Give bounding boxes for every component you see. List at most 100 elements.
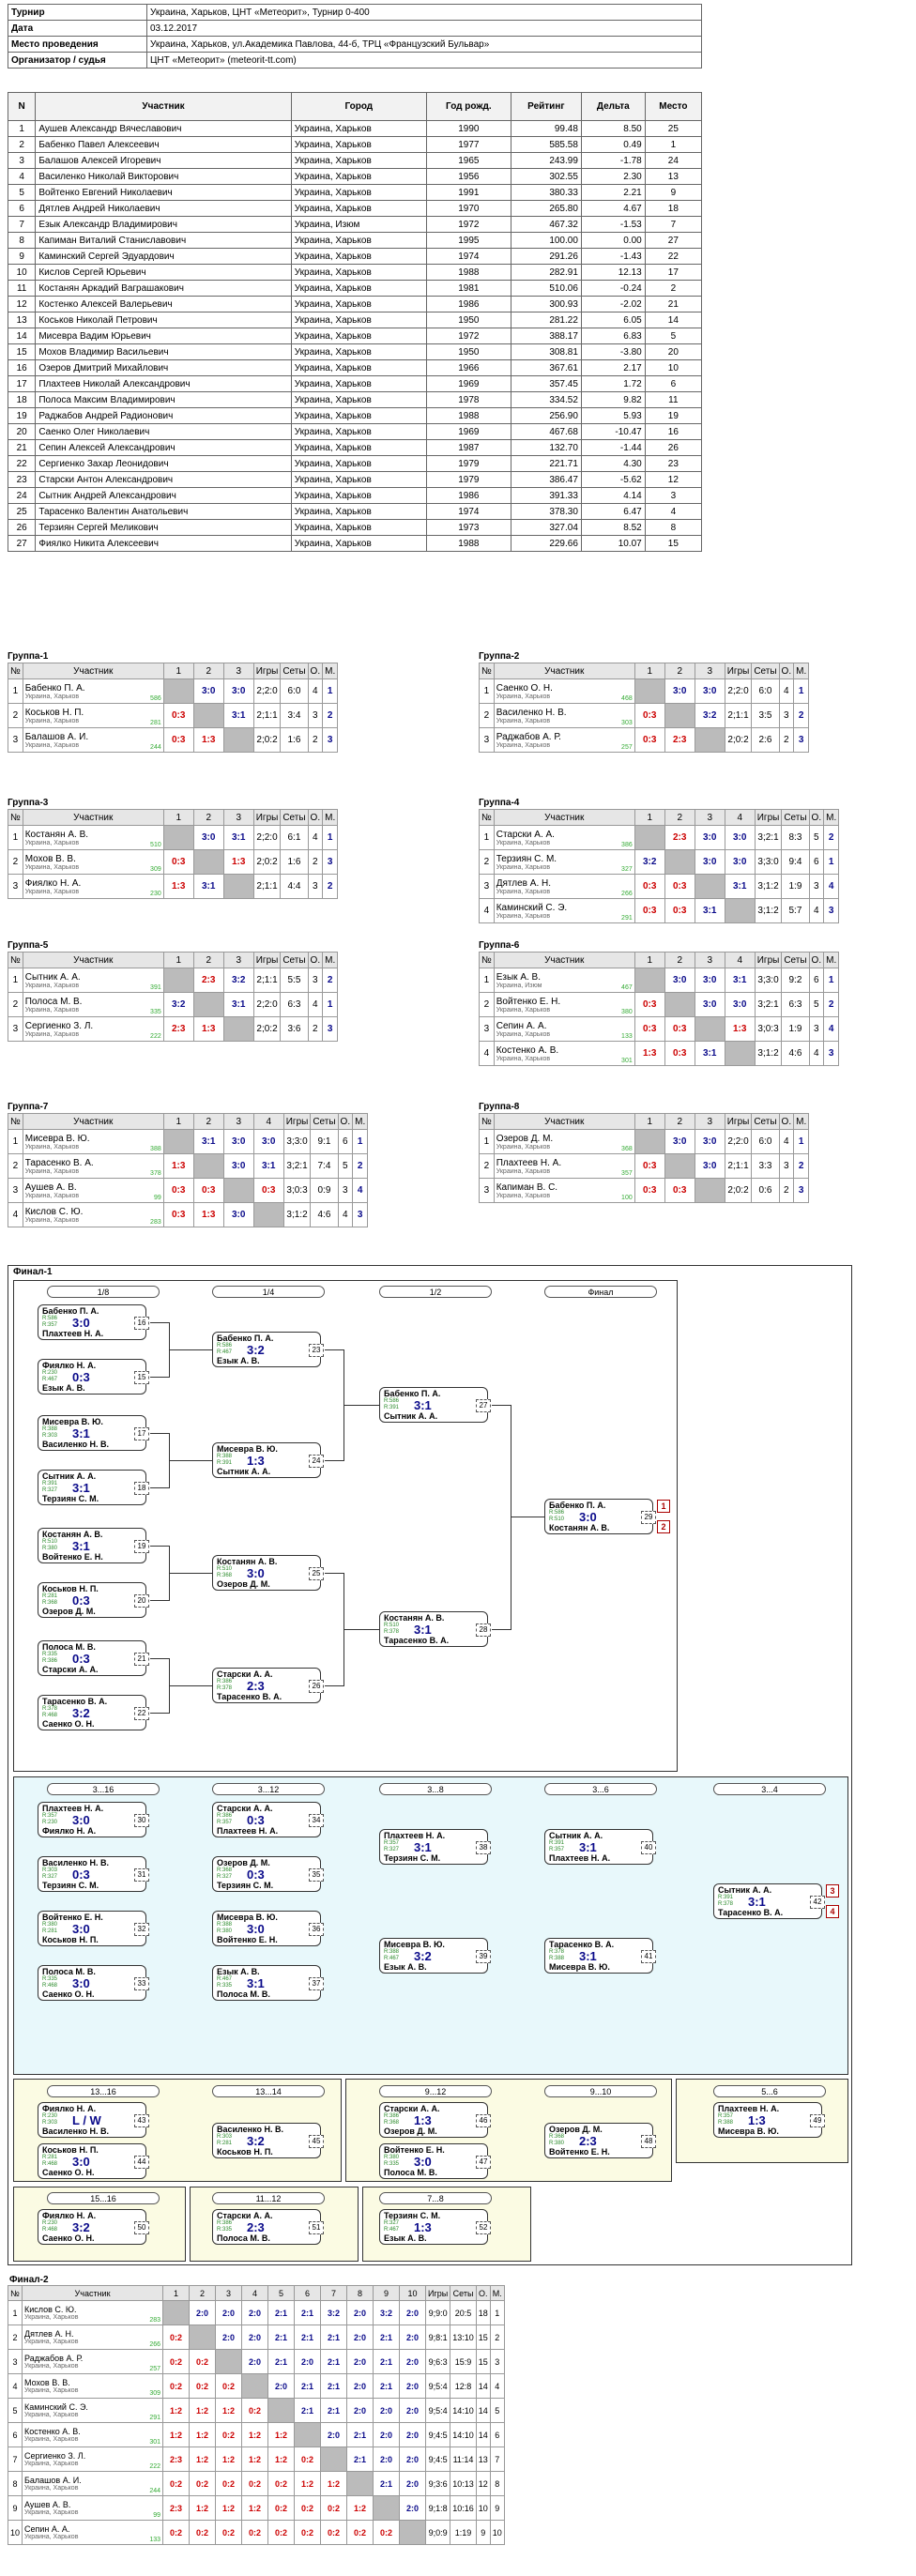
score: 0:3 [673,1185,687,1196]
match: Фиялко Н. А. R:230 R:467 0:3 Езык А. В. 15 [38,1359,149,1395]
player-city: Украина, Харьков [496,693,551,700]
player-name-text: Фиялко Н. А. [24,877,82,889]
column-header: 1 [162,952,194,968]
column-header: Участник [493,663,635,679]
row-number: 3 [479,874,495,899]
match-number: 52 [476,2221,491,2234]
match: Бабенко П. А. R:586 R:510 3:0 Костанян А. В.… [544,1499,656,1534]
column-header: Участник [493,809,635,826]
score: 3:1 [232,710,246,721]
place-cell: 2 [322,874,339,899]
bracket-line [150,1322,169,1323]
participant-cell: 357.45 [510,375,582,392]
participant-cell: Украина, Харьков [290,407,427,424]
score: 2:1 [275,2308,288,2318]
match-rating-a: R:510 [42,1539,58,1545]
participant-cell: 1970 [425,200,511,217]
participant-cell: Василенко Николай Викторович [35,168,292,185]
match-rating-b: R:510 [549,1517,565,1522]
bracket-line [150,1713,169,1714]
score-cell [694,874,725,899]
score-cell [222,727,254,753]
participant-cell: 4 [7,168,37,185]
match-player-b: Войтенко Е. Н. [42,1552,103,1562]
player-city: Украина, Харьков [24,839,80,846]
group-row: 3 Сергиенко З. Л. Украина, Харьков 222 2:3 1:… [8,1016,339,1042]
score-cell: 0:2 [320,2520,348,2545]
match-rating-b: R:380 [549,2141,565,2146]
match-player-a: Василенко Н. В. [42,1858,109,1867]
participant-row: 4 Василенко Николай Викторович Украина, Ха… [7,168,703,185]
place-cell: 2 [322,968,339,993]
info-row: Дата 03.12.2017 [8,20,702,37]
score-cell: 2:0 [399,2422,427,2447]
sets-cell: 0:6 [751,1178,780,1203]
column-header: 1 [634,1113,665,1130]
column-header: N [7,92,37,121]
group-row: 3 Капиман В. С. Украина, Харьков 100 0:3 0:3 2… [479,1178,810,1203]
score: 0:3 [262,1185,276,1196]
score: 0:2 [249,2405,262,2416]
sets-cell: 1:6 [280,727,309,753]
match-score: 0:3 [247,1867,265,1882]
player-name: Сергиенко З. Л. Украина, Харьков 222 [22,1016,164,1042]
match-score: 1:3 [748,2113,766,2127]
participant-cell: 23 [644,455,703,472]
player-name: Балашов А. И. Украина, Харьков 244 [22,2471,164,2496]
score: 3:2 [172,999,186,1010]
score: 2:1 [328,2381,341,2391]
match-rating-b: R:391 [217,1460,233,1466]
place-cell: 4 [823,874,840,899]
score-cell: 3:1 [252,1153,284,1179]
score-cell: 2:0 [399,2398,427,2423]
points-cell: 3 [337,1178,354,1203]
info-label: Дата [8,20,147,37]
place-badge: 3 [826,1884,839,1898]
score-cell: 1:3 [162,1153,194,1179]
match-player-a: Плахтеев Н. А. [384,1831,446,1840]
player-name-text: Дятлев А. Н. [496,877,551,889]
participant-cell: Украина, Харьков [290,248,427,265]
score-cell: 0:3 [664,1041,695,1066]
player-city: Украина, Изюм [496,982,542,989]
match-rating-b: R:335 [384,2161,400,2167]
games-cell: 3;0:3 [754,1016,783,1042]
match-player-a: Тарасенко В. А. [549,1940,615,1949]
participant-cell: 12.13 [580,264,646,281]
player-rating: 378 [150,1170,161,1177]
score-cell: 1:3 [724,1016,756,1042]
column-header: О. [778,663,795,679]
player-name-text: Саенко О. Н. [496,682,553,694]
player-rating: 386 [621,842,633,848]
group-title: Группа-8 [479,1102,520,1112]
match: Фиялко Н. А. R:230 R:303 L / W Василенко Н. … [38,2102,149,2138]
stage-label: 13...16 [47,2085,160,2097]
bracket-line [492,1405,511,1406]
match: Бабенко П. А. R:586 R:357 3:0 Плахтеев Н. А.… [38,1304,149,1340]
match-player-b: Озеров Д. М. [42,1607,96,1616]
player-city: Украина, Харьков [24,2485,79,2492]
participant-cell: 510.06 [510,280,582,297]
match-rating-a: R:586 [549,1510,565,1516]
column-header: 7 [320,2285,348,2301]
participants-table: N Участник Город Год рожд. Рейтинг Дельта Мест… [7,92,703,552]
score-cell: 2:0 [189,2300,217,2325]
bracket-line [150,1600,169,1601]
column-header: Сеты [781,952,810,968]
score-cell: 0:3 [162,849,194,875]
match-player-a: Войтенко Е. Н. [42,1913,103,1922]
sets-cell: 4:6 [310,1202,339,1227]
participant-row: 8 Капиман Виталий Станиславович Украина, Х… [7,232,703,249]
match-rating-a: R:510 [217,1566,233,1572]
points-cell: 3 [808,1016,825,1042]
score: 2:0 [380,2430,393,2440]
score-cell: 3:0 [252,1129,284,1154]
sets-cell: 6:3 [781,992,810,1017]
player-rating: 222 [149,2463,161,2470]
points-cell: 2 [307,727,324,753]
stage-label: 3...12 [212,1783,325,1795]
score: 0:2 [275,2503,288,2513]
group-row: 1 Езык А. В. Украина, Изюм 467 3:0 3:0 3:1 3;3:… [479,968,840,993]
participant-cell: 1 [644,136,703,153]
match-score: 3:2 [247,1343,265,1357]
